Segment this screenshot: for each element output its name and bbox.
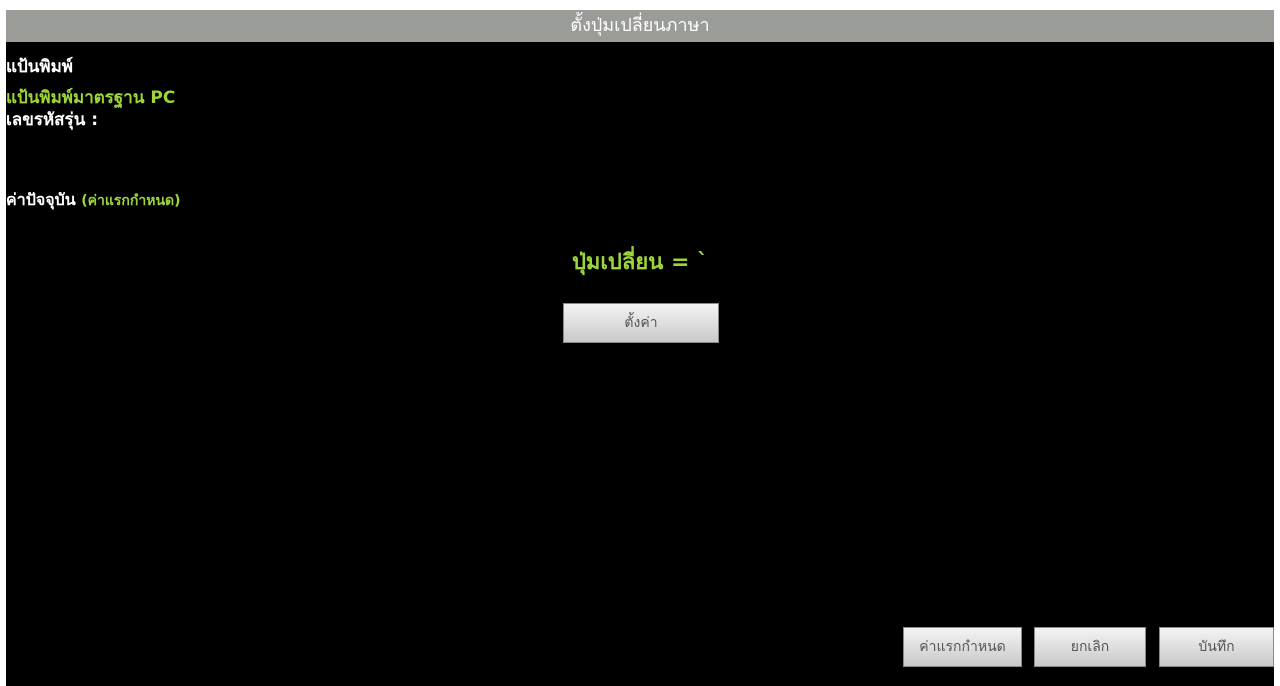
save-button[interactable]: บันทึก — [1159, 627, 1274, 667]
current-value-row: ค่าปัจจุบัน (ค่าแรกกำหนด) — [6, 189, 181, 212]
keyboard-type: แป้นพิมพ์มาตรฐาน PC — [6, 88, 176, 108]
keyboard-heading: แป้นพิมพ์ — [6, 57, 73, 77]
default-tag: (ค่าแรกกำหนด) — [81, 193, 181, 209]
language-switch-settings-screen: ตั้งปุ่มเปลี่ยนภาษา แป้นพิมพ์ แป้นพิมพ์ม… — [6, 10, 1274, 686]
cancel-button[interactable]: ยกเลิก — [1034, 627, 1146, 667]
model-number-label: เลขรหัสรุ่น : — [6, 110, 99, 130]
window-title: ตั้งปุ่มเปลี่ยนภาษา — [6, 10, 1274, 42]
set-button[interactable]: ตั้งค่า — [563, 303, 719, 343]
restore-default-button[interactable]: ค่าแรกกำหนด — [903, 627, 1022, 667]
current-value-label: ค่าปัจจุบัน — [6, 190, 76, 209]
switch-key-display: ปุ่มเปลี่ยน = ` — [571, 250, 709, 275]
